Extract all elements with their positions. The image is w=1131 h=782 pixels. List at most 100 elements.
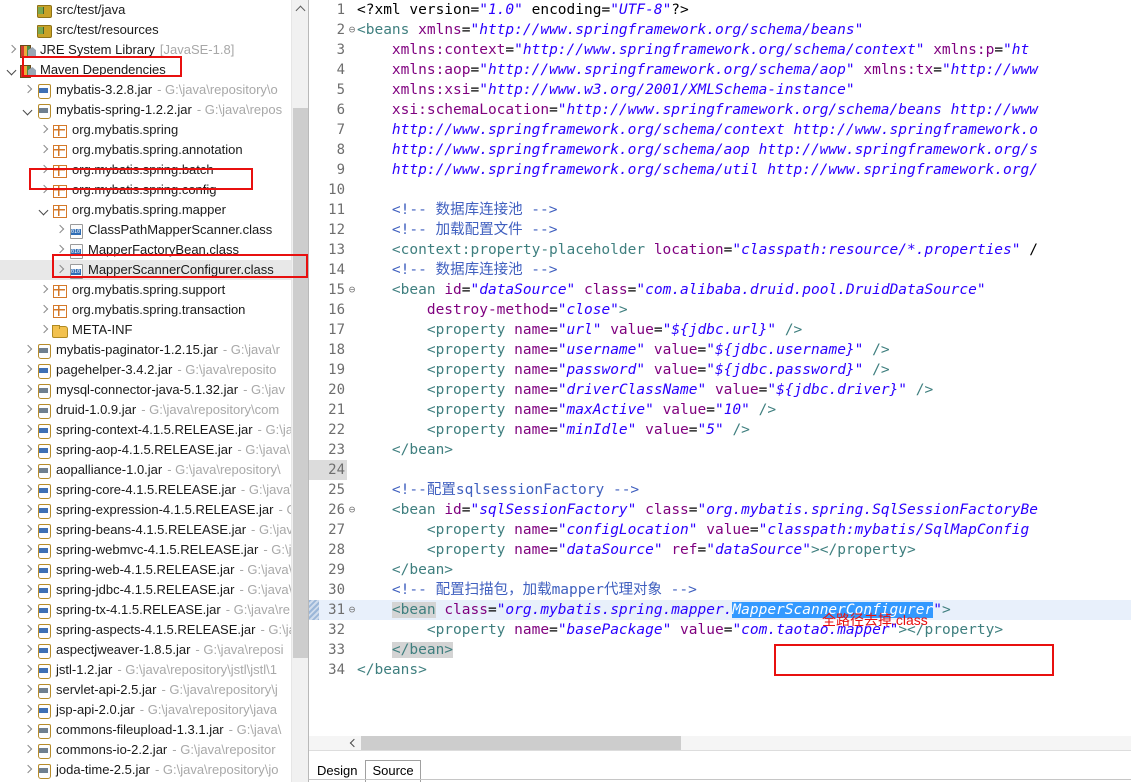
chevron-right-icon[interactable] (22, 640, 35, 660)
code-line[interactable]: 34 </beans> (309, 660, 1131, 680)
tree-item[interactable]: spring-beans-4.1.5.RELEASE.jar - G:\jav (0, 520, 308, 540)
chevron-right-icon[interactable] (22, 520, 35, 540)
chevron-right-icon[interactable] (54, 220, 67, 240)
chevron-right-icon[interactable] (38, 300, 51, 320)
code-line[interactable]: 30 <!-- 配置扫描包，加载mapper代理对象 --> (309, 580, 1131, 600)
code-line[interactable]: 31 ⊖ <bean class="org.mybatis.spring.mapp… (309, 600, 1131, 620)
tree-item[interactable]: spring-core-4.1.5.RELEASE.jar - G:\java\ (0, 480, 308, 500)
chevron-right-icon[interactable] (54, 260, 67, 280)
chevron-right-icon[interactable] (38, 120, 51, 140)
tree-item[interactable]: MapperFactoryBean.class (0, 240, 308, 260)
tree-item[interactable]: mysql-connector-java-5.1.32.jar - G:\jav (0, 380, 308, 400)
chevron-right-icon[interactable] (22, 560, 35, 580)
editor-tab-bar[interactable]: Design Source (309, 750, 1131, 782)
tree-item[interactable]: spring-web-4.1.5.RELEASE.jar - G:\java\ (0, 560, 308, 580)
fold-collapse-icon[interactable]: ⊖ (347, 280, 357, 300)
chevron-right-icon[interactable] (22, 660, 35, 680)
code-line[interactable]: 11 <!-- 数据库连接池 --> (309, 200, 1131, 220)
tree-item[interactable]: spring-webmvc-4.1.5.RELEASE.jar - G:\j (0, 540, 308, 560)
tree-item[interactable]: jstl-1.2.jar - G:\java\repository\jstl\js… (0, 660, 308, 680)
chevron-right-icon[interactable] (38, 180, 51, 200)
chevron-right-icon[interactable] (22, 720, 35, 740)
tree-item[interactable]: spring-aop-4.1.5.RELEASE.jar - G:\java\ (0, 440, 308, 460)
chevron-right-icon[interactable] (22, 360, 35, 380)
fold-collapse-icon[interactable]: ⊖ (347, 20, 357, 40)
code-line[interactable]: 1 <?xml version="1.0" encoding="UTF-8"?> (309, 0, 1131, 20)
tree-item[interactable]: aopalliance-1.0.jar - G:\java\repository\ (0, 460, 308, 480)
tree-item[interactable]: org.mybatis.spring.config (0, 180, 308, 200)
scroll-up-arrow-icon[interactable] (292, 0, 308, 17)
code-line[interactable]: 4 xmlns:aop="http://www.springframework.… (309, 60, 1131, 80)
chevron-right-icon[interactable] (38, 280, 51, 300)
tree-item[interactable]: commons-fileupload-1.3.1.jar - G:\java\ (0, 720, 308, 740)
tree-item[interactable]: org.mybatis.spring.mapper (0, 200, 308, 220)
code-line[interactable]: 13 <context:property-placeholder locatio… (309, 240, 1131, 260)
tree-item[interactable]: org.mybatis.spring.support (0, 280, 308, 300)
scroll-left-arrow-icon[interactable] (347, 736, 360, 750)
tree-item[interactable]: aspectjweaver-1.8.5.jar - G:\java\reposi (0, 640, 308, 660)
tree-item[interactable]: org.mybatis.spring.annotation (0, 140, 308, 160)
code-line[interactable]: 22 <property name="minIdle" value="5" /> (309, 420, 1131, 440)
chevron-right-icon[interactable] (22, 400, 35, 420)
tree-item[interactable]: org.mybatis.spring (0, 120, 308, 140)
tree-item[interactable]: ClassPathMapperScanner.class (0, 220, 308, 240)
code-line[interactable]: 21 <property name="maxActive" value="10"… (309, 400, 1131, 420)
code-line[interactable]: 8 http://www.springframework.org/schema/… (309, 140, 1131, 160)
tree-item[interactable]: Maven Dependencies (0, 60, 308, 80)
chevron-right-icon[interactable] (22, 380, 35, 400)
chevron-down-icon[interactable] (22, 100, 35, 120)
code-line[interactable]: 28 <property name="dataSource" ref="data… (309, 540, 1131, 560)
chevron-right-icon[interactable] (22, 480, 35, 500)
code-line[interactable]: 15 ⊖ <bean id="dataSource" class="com.ali… (309, 280, 1131, 300)
code-line[interactable]: 20 <property name="driverClassName" valu… (309, 380, 1131, 400)
project-tree[interactable]: src/test/java src/test/resources JRE Syste… (0, 0, 308, 780)
chevron-right-icon[interactable] (6, 40, 19, 60)
tree-item[interactable]: src/test/java (0, 0, 308, 20)
chevron-down-icon[interactable] (6, 60, 19, 80)
tree-item[interactable]: spring-jdbc-4.1.5.RELEASE.jar - G:\java\ (0, 580, 308, 600)
code-text-area[interactable]: 1 <?xml version="1.0" encoding="UTF-8"?> 2… (309, 0, 1131, 740)
chevron-right-icon[interactable] (38, 160, 51, 180)
tree-item[interactable]: JRE System Library [JavaSE-1.8] (0, 40, 308, 60)
code-line[interactable]: 10 (309, 180, 1131, 200)
code-line[interactable]: 26 ⊖ <bean id="sqlSessionFactory" class="… (309, 500, 1131, 520)
tree-item[interactable]: mybatis-3.2.8.jar - G:\java\repository\o (0, 80, 308, 100)
tree-item[interactable]: mybatis-paginator-1.2.15.jar - G:\java\r (0, 340, 308, 360)
tree-item[interactable]: spring-tx-4.1.5.RELEASE.jar - G:\java\re (0, 600, 308, 620)
tree-item[interactable]: jsp-api-2.0.jar - G:\java\repository\java (0, 700, 308, 720)
editor-horizontal-scrollbar[interactable] (309, 736, 1131, 750)
chevron-right-icon[interactable] (22, 700, 35, 720)
fold-collapse-icon[interactable]: ⊖ (347, 600, 357, 620)
tree-item[interactable]: pagehelper-3.4.2.jar - G:\java\reposito (0, 360, 308, 380)
code-line[interactable]: 27 <property name="configLocation" value… (309, 520, 1131, 540)
chevron-right-icon[interactable] (54, 240, 67, 260)
code-line[interactable]: 5 xmlns:xsi="http://www.w3.org/2001/XMLS… (309, 80, 1131, 100)
chevron-right-icon[interactable] (22, 440, 35, 460)
code-line[interactable]: 6 xsi:schemaLocation="http://www.springf… (309, 100, 1131, 120)
chevron-right-icon[interactable] (22, 500, 35, 520)
tree-item[interactable]: spring-expression-4.1.5.RELEASE.jar - G (0, 500, 308, 520)
code-line[interactable]: 14 <!-- 数据库连接池 --> (309, 260, 1131, 280)
chevron-right-icon[interactable] (22, 740, 35, 760)
tree-item[interactable]: servlet-api-2.5.jar - G:\java\repository\… (0, 680, 308, 700)
tree-item[interactable]: META-INF (0, 320, 308, 340)
code-line[interactable]: 3 xmlns:context="http://www.springframew… (309, 40, 1131, 60)
code-line[interactable]: 29 </bean> (309, 560, 1131, 580)
tree-item[interactable]: spring-context-4.1.5.RELEASE.jar - G:\ja (0, 420, 308, 440)
code-line[interactable]: 25 <!--配置sqlsessionFactory --> (309, 480, 1131, 500)
code-line[interactable]: 12 <!-- 加载配置文件 --> (309, 220, 1131, 240)
code-line[interactable]: 7 http://www.springframework.org/schema/… (309, 120, 1131, 140)
tree-item[interactable]: commons-io-2.2.jar - G:\java\repositor (0, 740, 308, 760)
chevron-right-icon[interactable] (22, 420, 35, 440)
chevron-right-icon[interactable] (38, 140, 51, 160)
hscrollbar-thumb[interactable] (361, 736, 681, 750)
tree-item[interactable]: MapperScannerConfigurer.class (0, 260, 308, 280)
code-line[interactable]: 17 <property name="url" value="${jdbc.ur… (309, 320, 1131, 340)
chevron-right-icon[interactable] (38, 320, 51, 340)
chevron-right-icon[interactable] (22, 340, 35, 360)
fold-collapse-icon[interactable]: ⊖ (347, 500, 357, 520)
tree-item[interactable]: joda-time-2.5.jar - G:\java\repository\jo (0, 760, 308, 780)
code-line[interactable]: 33 </bean> (309, 640, 1131, 660)
chevron-right-icon[interactable] (22, 620, 35, 640)
tree-item[interactable]: spring-aspects-4.1.5.RELEASE.jar - G:\ja (0, 620, 308, 640)
